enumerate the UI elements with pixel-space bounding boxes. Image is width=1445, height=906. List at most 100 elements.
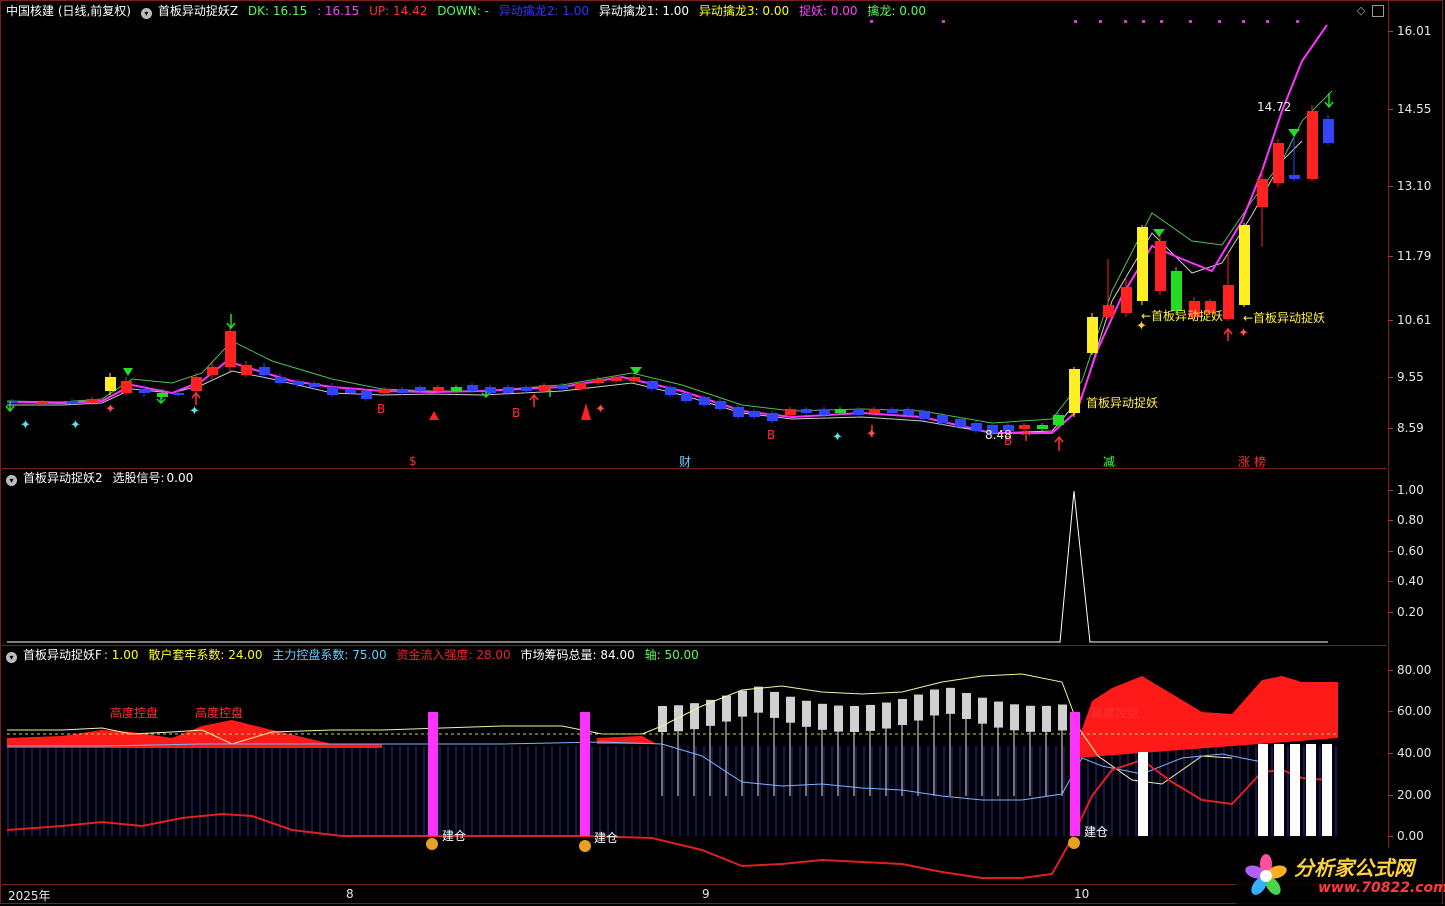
candle-body bbox=[275, 377, 286, 383]
candle-body bbox=[1273, 143, 1284, 183]
white-bar-cap bbox=[914, 694, 923, 721]
marker-jian-text: 减 bbox=[1103, 455, 1115, 468]
candle-body bbox=[767, 413, 778, 421]
white-bar-cap bbox=[818, 703, 827, 730]
candle-body bbox=[1223, 285, 1234, 319]
white-bar-cap bbox=[690, 703, 699, 730]
svg-text:✦: ✦ bbox=[595, 402, 606, 417]
capital-tick: 0.00 bbox=[1388, 829, 1424, 843]
price-tick: 16.01 bbox=[1387, 24, 1432, 38]
candle-body bbox=[919, 411, 930, 419]
candle-body bbox=[139, 389, 150, 393]
white-bar-cap bbox=[898, 699, 907, 726]
candle-body bbox=[521, 387, 532, 391]
jiancang-label-2: 建仓 bbox=[594, 831, 618, 845]
white-bar-cap bbox=[738, 690, 747, 717]
candle-body bbox=[801, 409, 812, 413]
candle-body bbox=[937, 415, 948, 423]
tag1-label: 首板异动捉妖 bbox=[1086, 395, 1158, 410]
white-bar-cap bbox=[866, 704, 875, 731]
white-bar-cap bbox=[1026, 705, 1035, 732]
date-label-year: 2025年 bbox=[8, 889, 51, 903]
tag3-label: ←首板异动捉妖 bbox=[1243, 310, 1325, 325]
capital-tick: 80.00 bbox=[1387, 663, 1432, 677]
svg-text:✦: ✦ bbox=[1238, 326, 1249, 341]
signal-pane[interactable]: ▾ 首板异动捉妖2 选股信号: 0.00 1.00 0.80 0.60 0.40 0… bbox=[2, 469, 1424, 646]
candle-body bbox=[1239, 225, 1250, 305]
signal-tick: 0.40 bbox=[1388, 574, 1424, 588]
signal-tick: 0.60 bbox=[1388, 544, 1424, 558]
candle-body bbox=[7, 401, 18, 403]
price-tick: 11.79 bbox=[1387, 249, 1432, 263]
jiancang-label-3: 建仓 bbox=[1084, 825, 1108, 839]
candle-body bbox=[853, 409, 864, 415]
candle-body bbox=[665, 387, 676, 395]
svg-text:✦: ✦ bbox=[189, 404, 200, 419]
white-bar-cap bbox=[770, 691, 779, 718]
gaodu-label-3: 高度控盘 bbox=[1091, 705, 1139, 720]
candle-body bbox=[611, 377, 622, 381]
svg-text:✦: ✦ bbox=[105, 402, 116, 417]
white-bar-cap bbox=[930, 689, 939, 716]
white-bar-cap bbox=[722, 695, 731, 722]
candle-body bbox=[575, 383, 586, 389]
candle-body bbox=[37, 402, 48, 404]
candle-body bbox=[557, 385, 568, 389]
candle-body bbox=[1137, 227, 1148, 301]
price-tick: 13.10 bbox=[1387, 179, 1432, 193]
signal-tick: 0.20 bbox=[1388, 605, 1424, 619]
candle-body bbox=[225, 331, 236, 367]
site-logo: 分析家公式网 www.70822.com bbox=[1236, 848, 1445, 904]
white-bar-cap bbox=[786, 696, 795, 723]
price-tick: 10.61 bbox=[1387, 313, 1432, 327]
signal-tick: 0.80 bbox=[1388, 513, 1424, 527]
candle-body bbox=[1257, 179, 1268, 207]
candle-body bbox=[293, 381, 304, 385]
white-bar-cap bbox=[754, 686, 763, 713]
date-label-oct: 10 bbox=[1074, 887, 1090, 901]
white-bar-cap bbox=[978, 697, 987, 724]
white-bar-cap bbox=[658, 705, 667, 732]
marker-bang-text: 榜 bbox=[1254, 454, 1266, 468]
candle-body bbox=[259, 367, 270, 375]
signal-tick: 1.00 bbox=[1388, 483, 1424, 497]
candle-body bbox=[433, 387, 444, 391]
capital-tick: 60.00 bbox=[1387, 704, 1432, 718]
candle-body bbox=[67, 401, 78, 403]
candle-body bbox=[835, 409, 846, 413]
svg-text:✦: ✦ bbox=[832, 430, 843, 445]
candle-body bbox=[733, 407, 744, 417]
signal-axis: 1.00 0.80 0.60 0.40 0.20 bbox=[1388, 469, 1444, 645]
candle-body bbox=[1053, 415, 1064, 425]
price-tick: 9.55 bbox=[1388, 370, 1424, 384]
candle-body bbox=[1069, 369, 1080, 413]
capital-pane[interactable]: ▾ 首板异动捉妖F: 1.00 散户套牢系数: 24.00 主力控盘系数: 75.… bbox=[2, 646, 1431, 885]
logo-url: www.70822.com bbox=[1318, 880, 1445, 896]
main-price-pane[interactable]: 中国核建 (日线,前复权) ▾ 首板异动捉妖Z DK: 16.15 : 16.15… bbox=[2, 1, 1431, 469]
price-tick: 14.55 bbox=[1387, 102, 1432, 116]
candle-body bbox=[785, 409, 796, 415]
jiancang-label-1: 建仓 bbox=[442, 829, 466, 843]
marker-b2-text: B bbox=[512, 406, 520, 420]
candle-body bbox=[1121, 287, 1132, 313]
candle-body bbox=[1323, 119, 1334, 143]
gaodu-label-2: 高度控盘 bbox=[195, 705, 243, 720]
candle-body bbox=[971, 423, 982, 431]
candle-body bbox=[191, 377, 202, 391]
candle-body bbox=[749, 411, 760, 417]
candle-body bbox=[647, 381, 658, 389]
capital-tick: 40.00 bbox=[1387, 746, 1432, 760]
candle-body bbox=[1103, 305, 1114, 317]
candle-body bbox=[87, 399, 98, 403]
svg-text:✦: ✦ bbox=[70, 418, 81, 433]
high-price-label: 14.72 bbox=[1257, 100, 1291, 114]
marker-zhang-text: 涨 bbox=[1238, 454, 1250, 468]
candle-body bbox=[819, 409, 830, 415]
candle-body bbox=[503, 387, 514, 393]
white-bar-cap bbox=[802, 700, 811, 727]
price-axis: 16.01 14.55 13.10 11.79 10.61 9.55 8.59 bbox=[1387, 1, 1444, 468]
marker-b1-text: B bbox=[377, 402, 385, 416]
candle-body bbox=[1289, 175, 1300, 179]
candle-body bbox=[1019, 425, 1030, 429]
candle-body bbox=[467, 385, 478, 391]
